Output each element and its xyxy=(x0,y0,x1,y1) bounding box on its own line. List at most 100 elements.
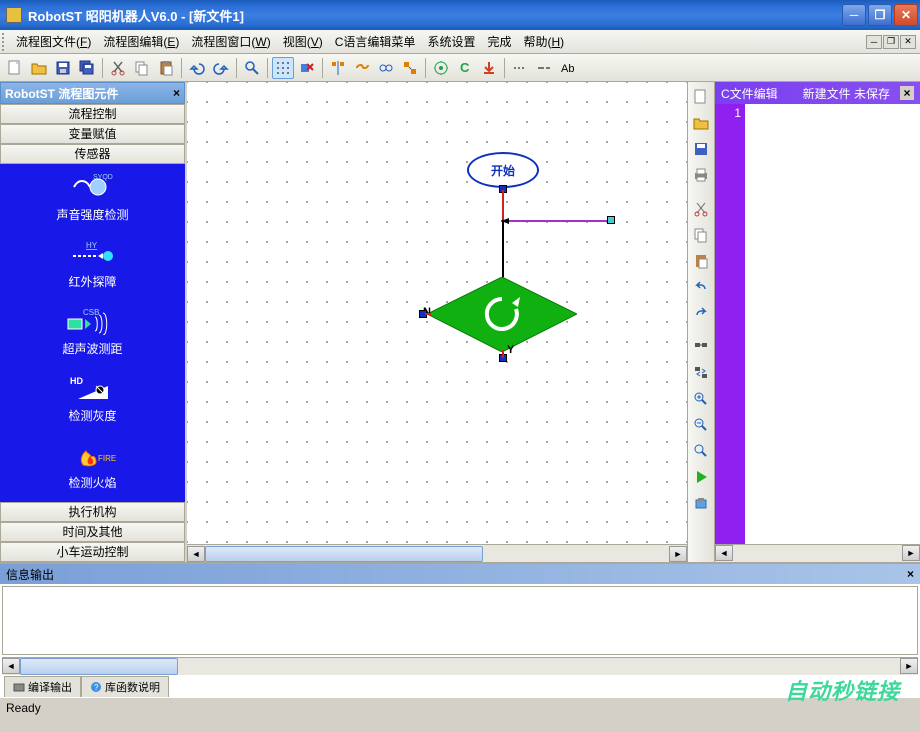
vline-icon[interactable] xyxy=(533,57,555,79)
sensor-label: 声音强度检测 xyxy=(56,208,128,222)
hline-icon[interactable] xyxy=(509,57,531,79)
scroll-left-arrow[interactable]: ◄ xyxy=(187,546,205,562)
c-lang-icon[interactable]: C xyxy=(454,57,476,79)
cut-icon[interactable] xyxy=(107,57,129,79)
output-hscrollbar[interactable]: ◄ ► xyxy=(2,657,918,675)
menu-help[interactable]: 帮助(H) xyxy=(517,31,570,52)
st-copy-icon[interactable] xyxy=(690,224,712,246)
help-icon: ? xyxy=(90,681,102,693)
menu-clang[interactable]: C语言编辑菜单 xyxy=(329,31,422,52)
st-new-icon[interactable] xyxy=(690,86,712,108)
delete-node-icon[interactable] xyxy=(296,57,318,79)
components-panel-close[interactable]: × xyxy=(173,86,180,100)
menu-settings[interactable]: 系统设置 xyxy=(421,31,481,52)
st-settings-icon[interactable] xyxy=(690,492,712,514)
category-car[interactable]: 小车运动控制 xyxy=(0,542,185,562)
svg-text:CSB: CSB xyxy=(83,308,99,317)
saveall-icon[interactable] xyxy=(76,57,98,79)
output-panel: 信息输出 × ◄ ► 编译输出 ? 库函数说明 xyxy=(0,562,920,697)
mdi-restore[interactable]: ❐ xyxy=(883,35,899,49)
st-redo-icon[interactable] xyxy=(690,302,712,324)
sensor-sound[interactable]: SYQD 声音强度检测 xyxy=(0,164,185,231)
code-editor[interactable]: 1 xyxy=(715,104,920,544)
st-print-icon[interactable] xyxy=(690,164,712,186)
code-panel-header: C文件编辑 新建文件 未保存 × xyxy=(715,82,920,104)
menu-grip xyxy=(2,33,8,51)
svg-text:SYQD: SYQD xyxy=(93,174,113,181)
category-sensor[interactable]: 传感器 xyxy=(0,144,185,164)
code-text[interactable] xyxy=(745,104,920,544)
sensor-ir[interactable]: HY 红外探障 xyxy=(0,231,185,298)
output-tab-compile[interactable]: 编译输出 xyxy=(4,676,81,697)
sensor-label: 检测灰度 xyxy=(68,409,116,423)
menu-file[interactable]: 流程图文件(F) xyxy=(10,31,97,52)
text-icon[interactable]: Ab xyxy=(557,57,579,79)
new-icon[interactable] xyxy=(4,57,26,79)
start-node[interactable]: 开始 xyxy=(467,152,539,188)
redo-icon[interactable] xyxy=(210,57,232,79)
scroll-thumb[interactable] xyxy=(205,546,483,562)
align-icon[interactable] xyxy=(327,57,349,79)
st-open-icon[interactable] xyxy=(690,112,712,134)
st-undo-icon[interactable] xyxy=(690,276,712,298)
scroll-left-arrow[interactable]: ◄ xyxy=(715,545,733,561)
loop-port[interactable] xyxy=(607,216,615,224)
scroll-right-arrow[interactable]: ► xyxy=(669,546,687,562)
st-cut-icon[interactable] xyxy=(690,198,712,220)
close-button[interactable]: ✕ xyxy=(894,4,918,26)
canvas-hscrollbar[interactable]: ◄ ► xyxy=(187,544,687,562)
maximize-button[interactable]: ❐ xyxy=(868,4,892,26)
st-save-icon[interactable] xyxy=(690,138,712,160)
st-replace-icon[interactable] xyxy=(690,362,712,384)
category-variable[interactable]: 变量赋值 xyxy=(0,124,185,144)
paste-icon[interactable] xyxy=(155,57,177,79)
scroll-left-arrow[interactable]: ◄ xyxy=(2,658,20,674)
menu-view[interactable]: 视图(V) xyxy=(277,31,329,52)
output-panel-close[interactable]: × xyxy=(907,567,914,581)
minimize-button[interactable]: ─ xyxy=(842,4,866,26)
st-run-icon[interactable] xyxy=(690,466,712,488)
st-paste-icon[interactable] xyxy=(690,250,712,272)
st-zoomout-icon[interactable] xyxy=(690,414,712,436)
st-zoomfit-icon[interactable] xyxy=(690,440,712,462)
menu-window[interactable]: 流程图窗口(W) xyxy=(185,31,276,52)
connector-line xyxy=(501,220,505,280)
code-panel-close[interactable]: × xyxy=(900,86,914,100)
scroll-track[interactable] xyxy=(205,546,669,562)
st-find-icon[interactable] xyxy=(690,336,712,358)
category-time[interactable]: 时间及其他 xyxy=(0,522,185,542)
group-icon[interactable] xyxy=(399,57,421,79)
undo-icon[interactable] xyxy=(186,57,208,79)
scroll-right-arrow[interactable]: ► xyxy=(900,658,918,674)
sensor-gray[interactable]: HD 检测灰度 xyxy=(0,365,185,432)
link-icon[interactable] xyxy=(351,57,373,79)
scroll-thumb[interactable] xyxy=(20,658,178,675)
menu-edit[interactable]: 流程图编辑(E) xyxy=(97,31,185,52)
decision-node[interactable] xyxy=(427,277,577,352)
build-icon[interactable] xyxy=(430,57,452,79)
code-panel-title-left: C文件编辑 xyxy=(721,85,778,102)
window-titlebar: RobotST 昭阳机器人V6.0 - [新文件1] ─ ❐ ✕ xyxy=(0,0,920,30)
output-body[interactable] xyxy=(2,586,918,655)
copy-icon[interactable] xyxy=(131,57,153,79)
save-icon[interactable] xyxy=(52,57,74,79)
zoom-icon[interactable] xyxy=(241,57,263,79)
st-zoomin-icon[interactable] xyxy=(690,388,712,410)
components-panel: RobotST 流程图元件 × 流程控制 变量赋值 传感器 SYQD 声音强度检… xyxy=(0,82,185,562)
flowchart-canvas[interactable]: 开始 N Y xyxy=(187,82,687,544)
output-tab-library[interactable]: ? 库函数说明 xyxy=(81,676,169,697)
download-icon[interactable] xyxy=(478,57,500,79)
category-actuator[interactable]: 执行机构 xyxy=(0,502,185,522)
scroll-right-arrow[interactable]: ► xyxy=(902,545,920,561)
grid-icon[interactable] xyxy=(272,57,294,79)
menu-finish[interactable]: 完成 xyxy=(481,31,517,52)
output-panel-header: 信息输出 × xyxy=(0,564,920,584)
sensor-fire[interactable]: FIRE 检测火焰 xyxy=(0,432,185,499)
code-hscrollbar[interactable]: ◄ ► xyxy=(715,544,920,562)
unlink-icon[interactable] xyxy=(375,57,397,79)
open-icon[interactable] xyxy=(28,57,50,79)
mdi-minimize[interactable]: ─ xyxy=(866,35,882,49)
sensor-ultrasonic[interactable]: CSB 超声波测距 xyxy=(0,298,185,365)
category-flow-control[interactable]: 流程控制 xyxy=(0,104,185,124)
mdi-close[interactable]: ✕ xyxy=(900,35,916,49)
